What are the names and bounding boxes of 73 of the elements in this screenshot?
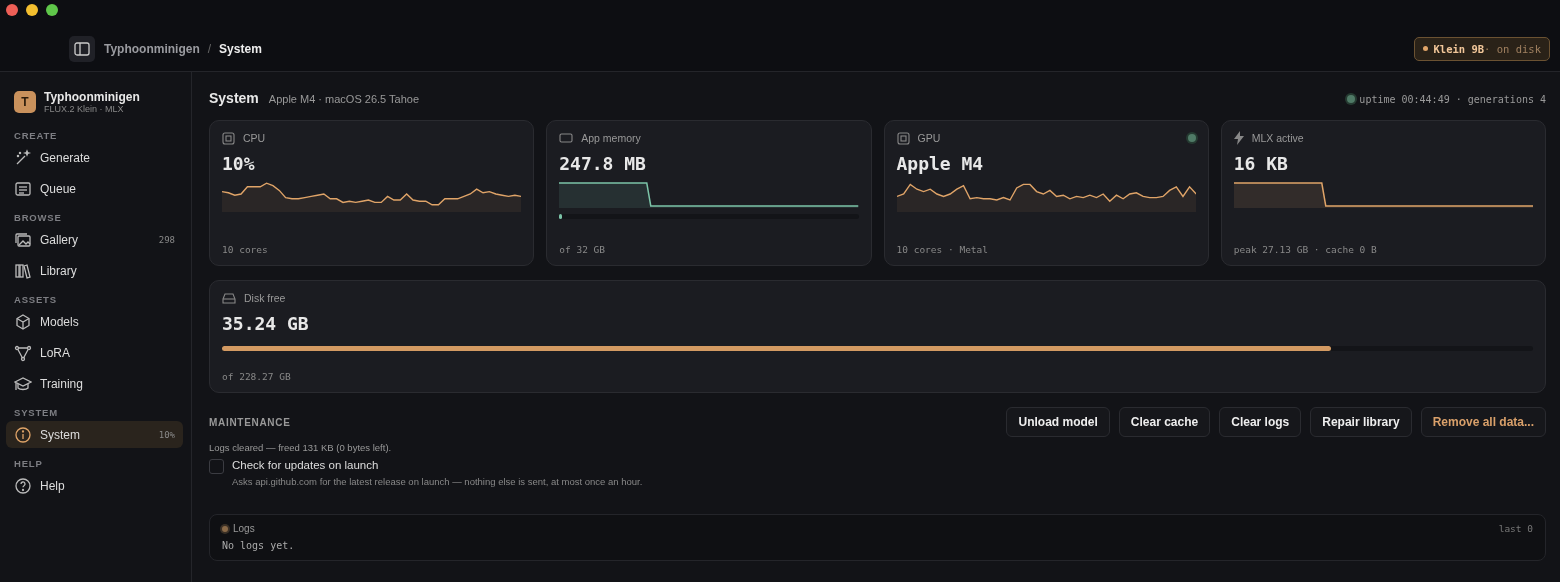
page-subtitle: Apple M4 · macOS 26.5 Tahoe	[268, 93, 420, 105]
page-title: System	[209, 90, 259, 106]
status-message: Logs cleared — freed 131 KB (0 bytes left).	[209, 442, 393, 453]
checkbox-label[interactable]: Check for updates on launch	[232, 459, 643, 471]
close-window-button[interactable]	[6, 4, 18, 16]
drive-icon	[222, 292, 236, 304]
card-footer: peak 27.13 GB · cache 0 B	[1233, 244, 1533, 255]
action-button[interactable]: Clear cache	[1118, 407, 1211, 437]
sidebar-icon	[74, 41, 90, 56]
list-icon	[14, 179, 32, 198]
card-label: GPU	[917, 132, 941, 144]
card-footer: of 32 GB	[559, 244, 859, 255]
sidebar-item[interactable]: Help	[6, 472, 183, 499]
lightning-icon	[1233, 131, 1244, 145]
sidebar-section-heading: ASSETS	[13, 293, 58, 307]
action-button[interactable]: Remove all data...	[1420, 407, 1546, 437]
chip-icon	[222, 131, 235, 145]
app-logo: T	[14, 91, 36, 113]
sidebar-item[interactable]: Gallery 298	[6, 226, 183, 253]
zoom-window-button[interactable]	[46, 4, 58, 16]
status-dot-icon	[1187, 134, 1196, 142]
model-badge[interactable]: Klein 9B· on disk	[1413, 36, 1550, 61]
card-label: CPU	[243, 132, 266, 144]
app-subtitle: FLUX.2 Klein · MLX	[44, 104, 125, 114]
logs-count: last 0	[1498, 523, 1533, 534]
sidebar-item[interactable]: Models	[6, 308, 183, 335]
nodes-icon	[14, 343, 32, 362]
chip-icon	[896, 131, 910, 145]
sidebar-item[interactable]: Library	[6, 257, 183, 284]
photos-icon	[14, 230, 32, 249]
breadcrumb-separator: /	[207, 41, 212, 56]
card-footer: 10 cores	[222, 244, 522, 255]
memory-icon	[559, 133, 574, 143]
card-footer: of 228.27 GB	[222, 371, 1533, 382]
action-button[interactable]: Unload model	[1006, 407, 1110, 437]
magic-wand-icon	[14, 148, 32, 167]
sidebar-item[interactable]: Queue	[6, 175, 183, 202]
sidebar-item[interactable]: System 10%	[6, 421, 183, 448]
checkbox[interactable]	[209, 459, 224, 474]
cube-icon	[14, 312, 32, 331]
info-icon	[14, 425, 32, 444]
metric-value: 247.8 MB	[559, 153, 647, 174]
logs-title: Logs	[233, 523, 255, 534]
sidebar-item[interactable]: Generate	[6, 144, 183, 171]
sidebar-item[interactable]: LoRA	[6, 339, 183, 366]
sidebar-section-heading: SYSTEM	[13, 406, 59, 420]
metric-value: 35.24 GB	[222, 313, 310, 334]
app-name: Typhoonminigen	[44, 90, 140, 104]
action-button[interactable]: Clear logs	[1219, 407, 1302, 437]
checkbox-description: Asks api.github.com for the latest release on launch — nothing else is sent, at most once an hour.	[232, 476, 643, 487]
uptime-status: uptime 00:44:49 · generations 4	[1359, 93, 1546, 105]
breadcrumb-current: System	[219, 41, 262, 56]
sidebar-section-heading: BROWSE	[13, 211, 63, 225]
action-button[interactable]: Repair library	[1310, 407, 1412, 437]
status-dot-icon	[1347, 95, 1356, 103]
section-heading: MAINTENANCE	[209, 417, 292, 428]
sidebar-toggle-button[interactable]	[69, 35, 95, 62]
card-label: App memory	[581, 132, 641, 144]
card-footer: 10 cores · Metal	[896, 244, 1196, 255]
logs-status-icon	[222, 525, 228, 532]
sidebar-item[interactable]: Training	[6, 370, 183, 397]
metric-value: 10%	[222, 153, 256, 174]
help-icon	[14, 476, 32, 495]
sidebar-section-heading: CREATE	[13, 129, 59, 143]
books-icon	[14, 261, 32, 280]
minimize-window-button[interactable]	[26, 4, 38, 16]
logs-empty-message: No logs yet.	[222, 540, 296, 551]
card-label: Disk free	[244, 292, 286, 304]
metric-value: 16 KB	[1233, 153, 1289, 174]
sidebar-section-heading: HELP	[13, 457, 44, 471]
metric-value: Apple M4	[896, 153, 985, 174]
breadcrumb-link[interactable]: Typhoonminigen	[104, 41, 200, 56]
card-label: MLX active	[1251, 132, 1304, 144]
